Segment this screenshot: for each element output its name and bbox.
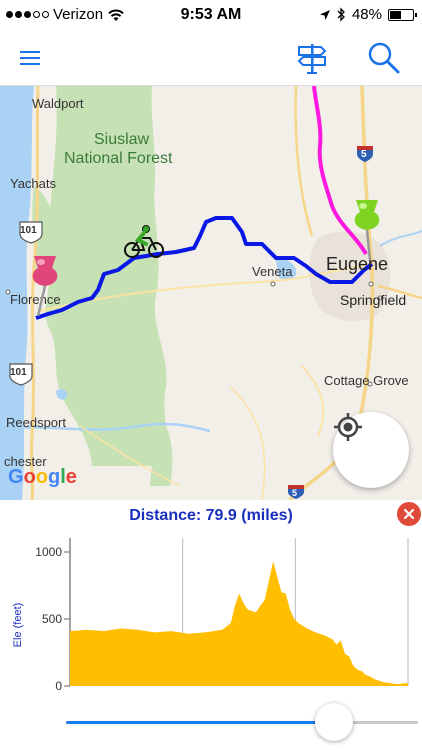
- search-button[interactable]: [364, 38, 404, 78]
- y-tick-label: 0: [55, 679, 62, 693]
- google-logo: Google: [8, 466, 77, 489]
- map-label-reedsport: Reedsport: [6, 415, 66, 430]
- y-tick-label: 1000: [35, 545, 62, 559]
- highway-101-label-a: 101: [20, 225, 37, 236]
- y-axis-label: Ele (feet): [12, 603, 24, 648]
- hamburger-menu-icon: [20, 51, 40, 65]
- menu-button[interactable]: [10, 38, 50, 78]
- status-right: 48%: [319, 6, 417, 23]
- highway-101-label-b: 101: [10, 367, 27, 378]
- bicycle-icon[interactable]: [122, 224, 166, 260]
- elevation-panel: Distance: 79.9 (miles) 0 500 1000 Ele (fee…: [0, 500, 422, 750]
- map-label-waldport: Waldport: [32, 96, 84, 111]
- y-tick-label: 500: [42, 612, 62, 626]
- elevation-area: [70, 561, 408, 686]
- elevation-chart[interactable]: 0 500 1000 Ele (feet): [0, 530, 422, 700]
- end-pin-icon[interactable]: [348, 196, 386, 266]
- interstate-5-label-b: 5: [292, 488, 298, 498]
- close-button[interactable]: [397, 502, 421, 526]
- search-icon: [368, 42, 400, 74]
- distance-label: Distance: 79.9 (miles): [129, 507, 293, 524]
- map-label-springfield: Springfield: [340, 292, 407, 308]
- nav-bar: [0, 30, 422, 86]
- slider-thumb[interactable]: [314, 703, 353, 741]
- bluetooth-icon: [337, 7, 345, 22]
- close-icon: [403, 508, 415, 520]
- my-location-button[interactable]: [333, 412, 409, 488]
- map-label-national-forest: National Forest: [64, 150, 173, 167]
- slider-fill: [66, 721, 334, 724]
- routes-button[interactable]: [292, 38, 332, 78]
- map-label-veneta: Veneta: [252, 264, 293, 279]
- map-label-cottage-grove: Cottage Grove: [324, 373, 409, 388]
- start-pin-icon[interactable]: [26, 252, 64, 322]
- location-arrow-icon: [319, 9, 330, 20]
- google-logo-text: Google: [8, 466, 77, 488]
- map-label-yachats: Yachats: [10, 176, 57, 191]
- route-position-slider[interactable]: [66, 721, 418, 724]
- interstate-5-label-a: 5: [361, 149, 367, 160]
- map-view[interactable]: 101 101 5 5 Waldport Siuslaw National Fo…: [0, 86, 422, 500]
- status-bar: Verizon 9:53 AM 48%: [0, 0, 422, 30]
- crosshair-icon: [334, 413, 362, 441]
- battery-icon: [388, 8, 417, 21]
- battery-percent: 48%: [351, 6, 382, 23]
- map-label-siuslaw: Siuslaw: [94, 131, 150, 148]
- signpost-icon: [297, 44, 327, 74]
